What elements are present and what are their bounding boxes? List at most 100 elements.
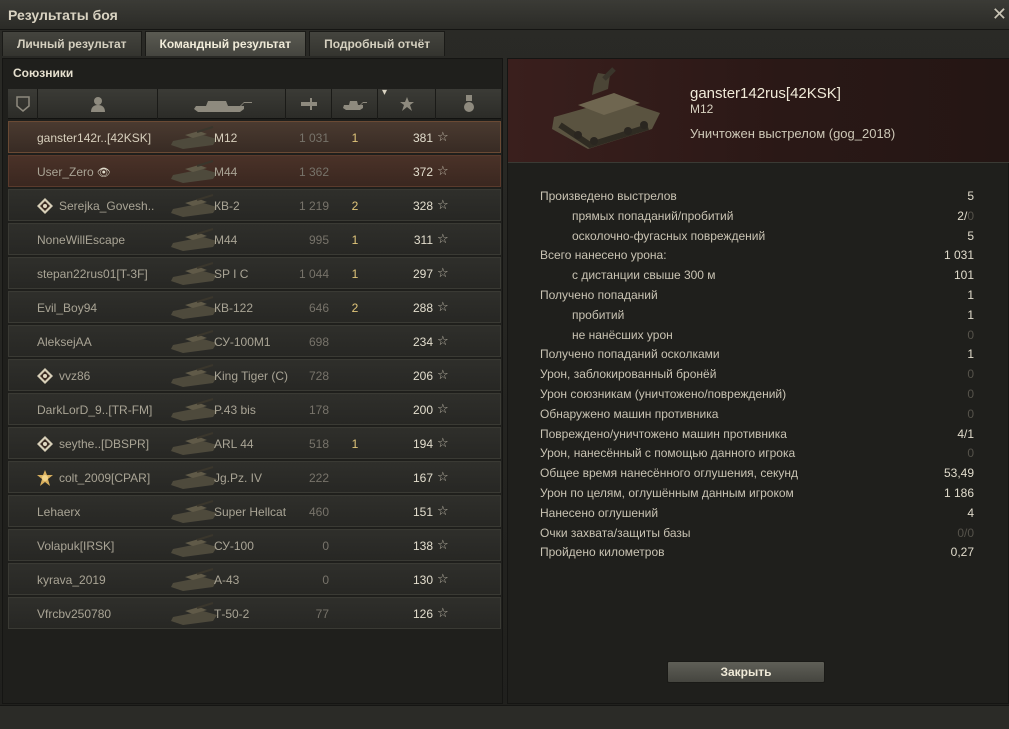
stat-row: Общее время нанесённого оглушения, секун… — [540, 464, 974, 484]
star-icon: ☆ — [437, 163, 449, 178]
player-detail-panel: ganster142rus[42KSK] M12 Уничтожен выстр… — [507, 58, 1009, 704]
table-row[interactable]: Vfrcbv250780 Т-50-2 77 126 ☆ — [8, 597, 501, 629]
tab-personal-result[interactable]: Личный результат — [2, 31, 142, 56]
table-row[interactable]: Volapuk[IRSK] СУ-100 0 138 ☆ — [8, 529, 501, 561]
vehicle-name-cell: Т-50-2 — [214, 607, 250, 621]
table-row[interactable]: seythe..[DBSPR] ARL 44 518 1 194 ☆ — [8, 427, 501, 459]
table-row[interactable]: NoneWillEscape M44 995 1 311 ☆ — [8, 223, 501, 255]
tank-thumbnail-icon — [171, 262, 217, 285]
xp-cell: 151 — [412, 505, 433, 519]
vehicle-name-cell: ARL 44 — [214, 437, 254, 451]
stat-row: осколочно-фугасных повреждений 5 — [540, 227, 974, 247]
squad-icon[interactable] — [8, 89, 38, 119]
table-row[interactable]: AleksejAA СУ-100М1 698 234 ☆ — [8, 325, 501, 357]
damage-cell: 0 — [322, 539, 329, 553]
player-name-cell: Vfrcbv250780 — [37, 607, 112, 621]
player-name-cell: colt_2009[CPAR] — [59, 471, 151, 485]
stat-value: 5 — [967, 189, 974, 203]
stat-label: Пройдено километров — [540, 545, 665, 560]
tank-thumbnail-icon — [171, 296, 217, 319]
tab-detailed-report[interactable]: Подробный отчёт — [309, 31, 446, 56]
table-row[interactable]: DarkLorD_9..[TR-FM] P.43 bis 178 200 ☆ — [8, 393, 501, 425]
medal-icon[interactable] — [436, 89, 501, 119]
vehicle-name-cell: КВ-122 — [214, 301, 254, 315]
table-row[interactable]: Lehaerx Super Hellcat 460 151 ☆ — [8, 495, 501, 527]
stat-label: Общее время нанесённого оглушения, секун… — [540, 466, 799, 481]
damage-icon[interactable] — [286, 89, 332, 119]
table-row[interactable]: ganster142r..[42KSK] M12 1 031 1 381 ☆ — [8, 121, 501, 153]
window-title: Результаты боя — [8, 7, 118, 23]
tank-thumbnail-icon — [171, 330, 217, 353]
stat-value: 4/1 — [957, 426, 974, 441]
stat-row: не нанёсших урон 0 — [540, 326, 974, 346]
stat-label: Повреждено/уничтожено машин противника — [540, 426, 787, 441]
player-name-cell: DarkLorD_9..[TR-FM] — [37, 403, 153, 417]
damage-cell: 1 031 — [298, 131, 329, 145]
allies-title: Союзники — [13, 66, 74, 80]
player-name-cell: stepan22rus01[T-3F] — [37, 267, 148, 281]
star-icon: ☆ — [437, 435, 449, 450]
stat-label: Урон союзникам (уничтожено/повреждений) — [540, 386, 787, 401]
vehicle-name-cell: СУ-100 — [214, 539, 254, 553]
xp-cell: 288 — [412, 301, 433, 315]
tank-thumbnail-icon — [171, 160, 217, 183]
tank-thumbnail-icon — [171, 126, 217, 149]
stat-label: с дистанции свыше 300 м — [572, 268, 716, 283]
close-button[interactable]: Закрыть — [667, 661, 825, 683]
sort-indicator-icon: ▾ — [382, 87, 388, 98]
diamond-badge-icon — [37, 368, 53, 384]
stat-row: Урон союзникам (уничтожено/повреждений) 0 — [540, 385, 974, 405]
gold-badge-icon — [37, 470, 53, 486]
vehicle-icon[interactable] — [158, 89, 286, 119]
table-row[interactable]: stepan22rus01[T-3F] SP I C 1 044 1 297 ☆ — [8, 257, 501, 289]
player-name-cell: AleksejAA — [37, 335, 92, 349]
stat-row: Всего нанесено урона: 1 031 — [540, 246, 974, 266]
allies-panel: Союзники ▾ ganster142r..[42KSK] M12 1 03… — [2, 58, 503, 704]
tank-thumbnail-icon — [171, 194, 217, 217]
vehicle-name-cell: SP I C — [214, 267, 249, 281]
damage-cell: 1 362 — [298, 165, 329, 179]
player-icon[interactable] — [38, 89, 158, 119]
stat-value: 2/0 — [957, 208, 974, 223]
stat-label: Получено попаданий — [540, 287, 658, 302]
stat-value: 1 — [967, 287, 974, 302]
stat-value: 0 — [967, 406, 974, 421]
stat-value: 1 031 — [943, 248, 974, 263]
star-icon: ☆ — [437, 537, 449, 552]
damage-cell: 460 — [308, 505, 329, 519]
table-row[interactable]: colt_2009[CPAR] Jg.Pz. IV 222 167 ☆ — [8, 461, 501, 493]
tab-bar: Личный результат Командный результат Под… — [2, 31, 448, 56]
table-row[interactable]: vvz86 King Tiger (C) 728 206 ☆ — [8, 359, 501, 391]
vehicle-name-cell: M44 — [214, 233, 238, 247]
stat-label: Получено попаданий осколками — [540, 347, 720, 362]
table-header: ▾ — [8, 87, 501, 119]
kills-icon[interactable] — [332, 89, 378, 119]
diamond-badge-icon — [37, 436, 53, 452]
star-icon: ☆ — [437, 197, 449, 212]
vehicle-name-cell: А-43 — [214, 573, 240, 587]
kills-cell: 2 — [351, 301, 359, 315]
star-icon: ☆ — [437, 401, 449, 416]
stat-row: Урон, нанесённый с помощью данного игрок… — [540, 444, 974, 464]
tank-thumbnail-icon — [171, 500, 217, 523]
table-row[interactable]: kyrava_2019 А-43 0 130 ☆ — [8, 563, 501, 595]
xp-cell: 234 — [412, 335, 433, 349]
table-row[interactable]: Serejka_Govesh.. КВ-2 1 219 2 328 ☆ — [8, 189, 501, 221]
table-row[interactable]: Evil_Boy94 КВ-122 646 2 288 ☆ — [8, 291, 501, 323]
stat-value: 0,27 — [950, 545, 974, 560]
player-name-cell: vvz86 — [59, 369, 91, 383]
tank-thumbnail-icon — [171, 466, 217, 489]
close-icon[interactable]: ✕ — [992, 4, 1007, 25]
xp-star-icon[interactable]: ▾ — [378, 87, 436, 119]
kills-cell: 1 — [351, 131, 359, 145]
stat-value: 5 — [967, 228, 974, 243]
stat-label: осколочно-фугасных повреждений — [572, 228, 766, 243]
vehicle-name-cell: СУ-100М1 — [214, 335, 271, 349]
tab-team-result[interactable]: Командный результат — [144, 31, 307, 56]
table-row[interactable]: User_Zero 👁 M44 1 362 372 ☆ — [8, 155, 501, 187]
stat-row: Получено попаданий осколками 1 — [540, 345, 974, 365]
kills-cell: 1 — [351, 437, 359, 451]
star-icon: ☆ — [437, 469, 449, 484]
player-status: Уничтожен выстрелом (gog_2018) — [690, 126, 896, 141]
stat-row: Нанесено оглушений 4 — [540, 504, 974, 524]
